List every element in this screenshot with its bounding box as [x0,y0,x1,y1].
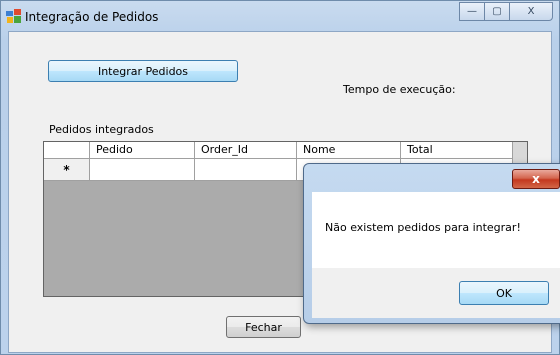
new-row-marker: * [44,159,90,181]
window-title: Integração de Pedidos [25,10,159,24]
maximize-icon: ▢ [492,6,502,17]
title-bar[interactable]: Integração de Pedidos — ▢ X [1,1,559,31]
app-icon [6,9,21,23]
integrate-orders-button[interactable]: Integrar Pedidos [48,60,238,82]
close-form-label: Fechar [245,320,282,334]
integrate-orders-label: Integrar Pedidos [97,64,189,78]
close-button[interactable]: X [509,2,553,21]
dialog-close-icon: x [532,172,540,186]
column-header-nome[interactable]: Nome [297,142,401,159]
close-form-button[interactable]: Fechar [226,316,301,338]
dialog-close-button[interactable]: x [512,169,560,189]
caption-buttons: — ▢ X [459,2,553,22]
integrated-orders-label: Pedidos integrados [49,123,154,136]
cell-order-id[interactable] [195,159,297,181]
close-icon: X [527,6,535,17]
cell-pedido[interactable] [90,159,195,181]
dialog-footer: OK [312,268,560,318]
ok-label: OK [496,286,512,300]
minimize-button[interactable]: — [459,2,485,21]
dialog-message: Não existem pedidos para integrar! [325,221,521,234]
column-header-pedido[interactable]: Pedido [90,142,195,159]
message-dialog: x Não existem pedidos para integrar! OK [303,163,560,324]
ok-button[interactable]: OK [459,281,549,305]
column-header-order-id[interactable]: Order_Id [195,142,297,159]
row-header-corner [44,142,90,159]
grid-header: Pedido Order_Id Nome Total [44,142,515,159]
column-header-total[interactable]: Total [401,142,515,159]
maximize-button[interactable]: ▢ [484,2,510,21]
execution-time-label: Tempo de execução: [343,83,456,96]
minimize-icon: — [467,6,477,17]
